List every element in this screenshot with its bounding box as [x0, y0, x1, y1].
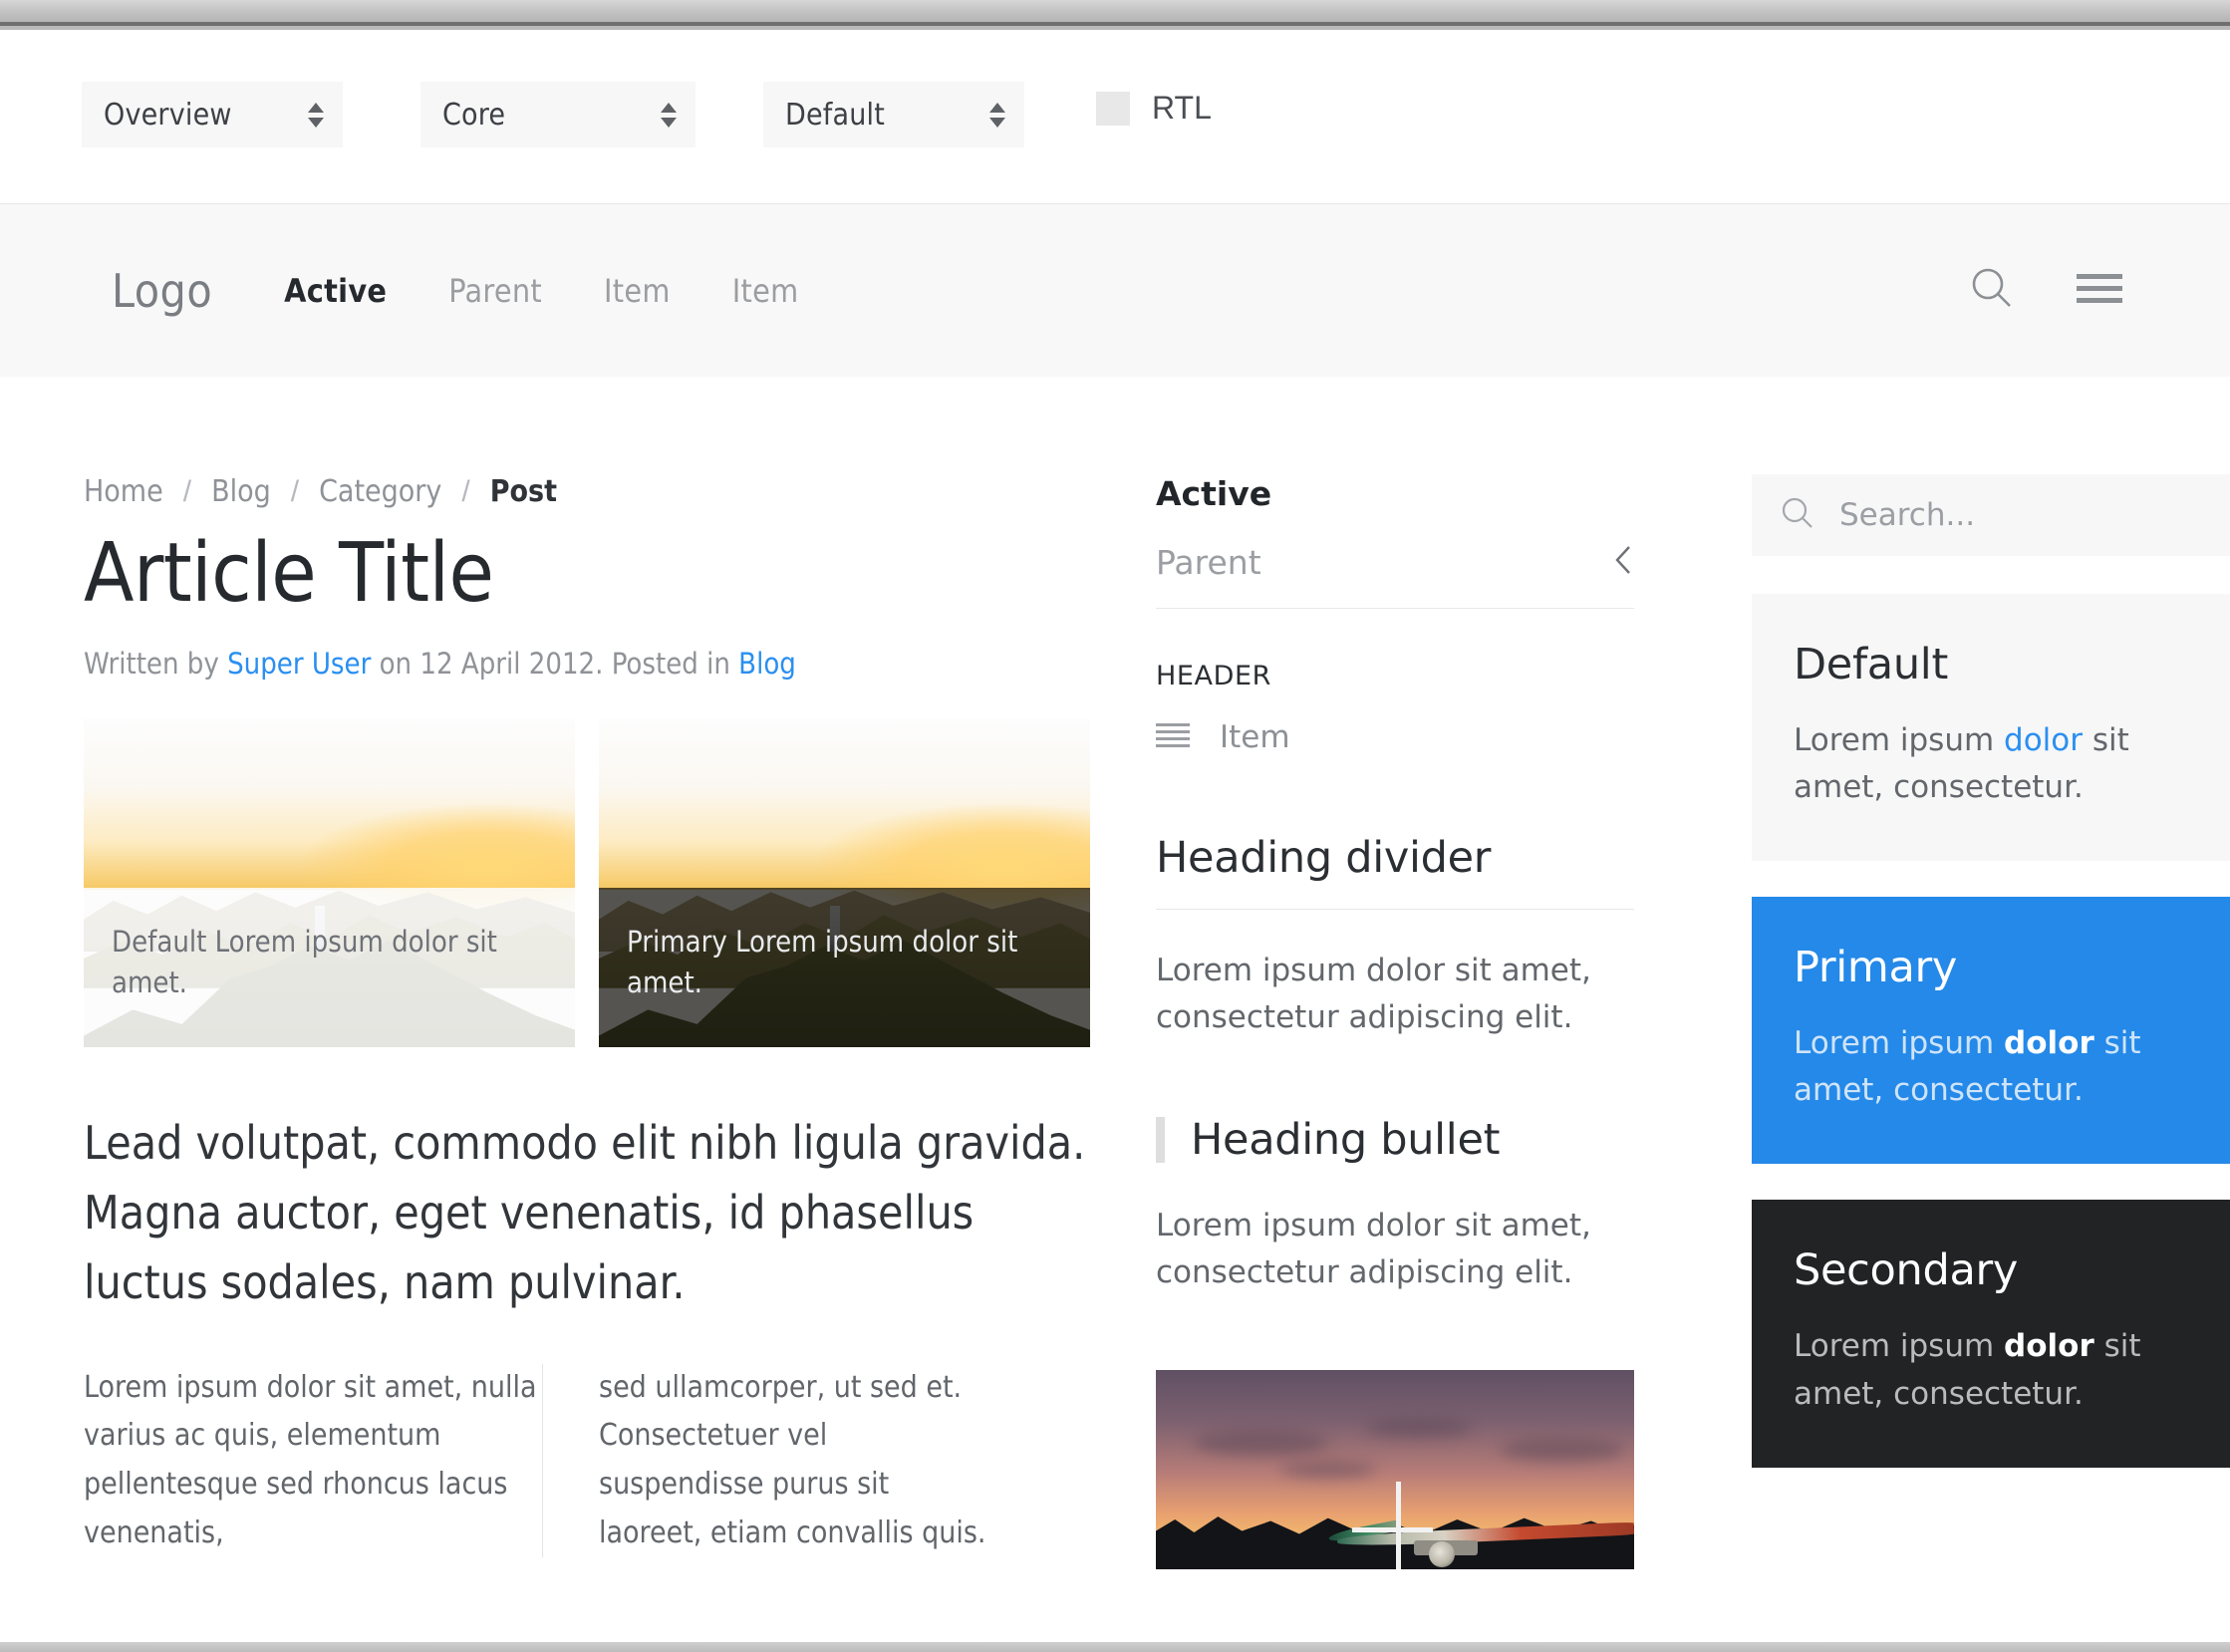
card-default-title: Default: [1794, 640, 1949, 689]
card-secondary: Secondary Lorem ipsum dolor sit amet, co…: [1752, 1200, 2230, 1468]
media-row: Default Lorem ipsum dolor sit amet. Prim…: [84, 718, 1090, 1048]
chevron-left-icon: [1612, 543, 1634, 582]
nav-item-active[interactable]: Active: [284, 272, 387, 310]
article-column-left: Lorem ipsum dolor sit amet, nulla varius…: [84, 1369, 537, 1550]
heading-divider: Heading divider: [1156, 833, 1634, 910]
middle-item-label: Item: [1220, 719, 1290, 755]
article-category-link[interactable]: Blog: [738, 647, 796, 681]
breadcrumb-category[interactable]: Category: [319, 474, 441, 509]
middle-nav-parent-label: Parent: [1156, 543, 1261, 582]
article-column: Home / Blog / Category / Post Article Ti…: [84, 474, 1090, 1569]
select-style-value: Default: [785, 97, 886, 133]
media-caption: Primary Lorem ipsum dolor sit amet.: [599, 888, 1090, 1048]
heading-bullet-body: Lorem ipsum dolor sit amet, consectetur …: [1156, 1208, 1591, 1291]
search-placeholder: Search...: [1839, 497, 1976, 533]
nav-item-item-2[interactable]: Item: [732, 272, 799, 310]
card-default-body: Lorem ipsum dolor sit amet, consectetur.: [1794, 717, 2188, 811]
media-tile-default[interactable]: Default Lorem ipsum dolor sit amet.: [84, 718, 575, 1048]
middle-nav-parent[interactable]: Parent: [1156, 543, 1634, 609]
article-columns: Lorem ipsum dolor sit amet, nulla varius…: [84, 1363, 1090, 1558]
page-content: Home / Blog / Category / Post Article Ti…: [0, 377, 2230, 1570]
card-body-link[interactable]: dolor: [2004, 722, 2083, 758]
hamburger-menu-icon[interactable]: [2077, 270, 2122, 311]
article-author-link[interactable]: Super User: [227, 647, 371, 681]
card-body-link[interactable]: dolor: [2004, 1025, 2094, 1061]
site-logo[interactable]: Logo: [112, 264, 212, 318]
rtl-checkbox[interactable]: [1096, 91, 1130, 126]
media-tile-primary[interactable]: Primary Lorem ipsum dolor sit amet.: [599, 718, 1090, 1048]
list-icon: [1156, 721, 1190, 754]
breadcrumb-separator: /: [461, 474, 470, 508]
sidebar-column: Search... Default Lorem ipsum dolor sit …: [1752, 474, 2230, 1569]
card-secondary-title: Secondary: [1794, 1245, 2019, 1296]
card-body-pre: Lorem ipsum: [1794, 1328, 2005, 1365]
card-body-pre: Lorem ipsum: [1794, 722, 2005, 758]
bullet-bar-icon: [1156, 1117, 1165, 1164]
chevron-updown-icon: [984, 102, 1010, 128]
rtl-label: RTL: [1152, 90, 1212, 126]
main-nav: Active Parent Item Item: [284, 272, 798, 310]
select-style-default[interactable]: Default: [763, 82, 1024, 147]
heading-bullet-label: Heading bullet: [1191, 1115, 1501, 1166]
middle-header-title: HEADER: [1156, 661, 1272, 691]
chevron-updown-icon: [303, 102, 329, 128]
nav-item-parent[interactable]: Parent: [448, 272, 542, 310]
window-bottom-edge: [0, 1642, 2230, 1652]
nav-item-item-1[interactable]: Item: [604, 272, 671, 310]
card-body-pre: Lorem ipsum: [1794, 1025, 2005, 1062]
search-icon[interactable]: [1969, 265, 2015, 316]
article-title: Article Title: [84, 526, 494, 621]
search-input[interactable]: Search...: [1752, 474, 2230, 556]
search-icon: [1780, 495, 1815, 536]
browser-viewport: Overview Core Default RTL Logo Active Pa…: [0, 30, 2230, 1642]
card-primary: Primary Lorem ipsum dolor sit amet, cons…: [1752, 897, 2230, 1165]
rtl-toggle[interactable]: RTL: [1096, 90, 1212, 127]
article-meta: Written by Super User on 12 April 2012. …: [84, 647, 1090, 681]
article-meta-prefix: Written by: [84, 647, 228, 682]
card-body-link[interactable]: dolor: [2004, 1328, 2094, 1364]
card-default: Default Lorem ipsum dolor sit amet, cons…: [1752, 594, 2230, 862]
card-primary-body: Lorem ipsum dolor sit amet, consectetur.: [1794, 1020, 2188, 1114]
crosshair-horizontal: [1351, 1527, 1434, 1533]
card-secondary-body: Lorem ipsum dolor sit amet, consectetur.: [1794, 1323, 2188, 1417]
middle-column: Active Parent HEADER Item Heading divide…: [1156, 474, 1634, 1570]
breadcrumb-separator: /: [290, 474, 300, 508]
select-core[interactable]: Core: [420, 82, 696, 147]
middle-nav-active[interactable]: Active: [1156, 474, 1634, 513]
window-title-bar: [0, 0, 2230, 26]
sunset-skateboard-photo[interactable]: [1156, 1370, 1634, 1570]
article-meta-date: on 12 April 2012. Posted in: [371, 647, 739, 682]
crosshair-vertical: [1395, 1482, 1401, 1570]
demo-toolbar: Overview Core Default RTL: [0, 30, 2230, 204]
select-core-value: Core: [442, 97, 506, 133]
navbar-icons: [1969, 265, 2122, 316]
select-overview[interactable]: Overview: [82, 82, 343, 147]
article-column-right: sed ullamcorper, ut sed et. Consectetuer…: [542, 1363, 1000, 1558]
middle-item-row[interactable]: Item: [1156, 719, 1634, 755]
site-navbar: Logo Active Parent Item Item: [0, 204, 2230, 377]
heading-bullet: Heading bullet: [1156, 1115, 1634, 1165]
breadcrumb-separator: /: [182, 474, 192, 508]
article-lead: Lead volutpat, commodo elit nibh ligula …: [84, 1116, 1086, 1309]
heading-divider-body: Lorem ipsum dolor sit amet, consectetur …: [1156, 953, 1591, 1036]
breadcrumb-post: Post: [489, 474, 557, 509]
chevron-updown-icon: [656, 102, 682, 128]
breadcrumb: Home / Blog / Category / Post: [84, 474, 1090, 509]
card-primary-title: Primary: [1794, 943, 1958, 993]
select-overview-value: Overview: [104, 97, 232, 133]
breadcrumb-home[interactable]: Home: [84, 474, 163, 509]
breadcrumb-blog[interactable]: Blog: [211, 474, 271, 509]
media-caption: Default Lorem ipsum dolor sit amet.: [84, 888, 575, 1048]
